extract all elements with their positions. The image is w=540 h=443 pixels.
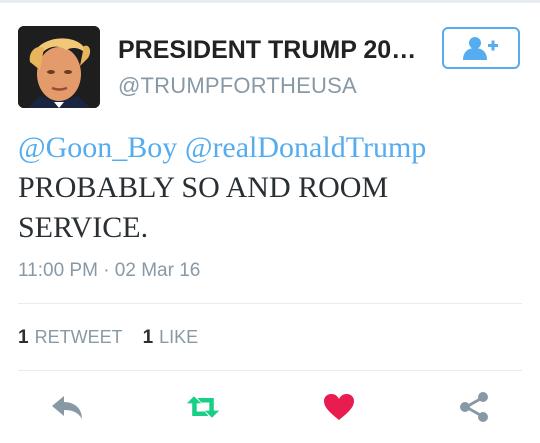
tweet-stats: 1 RETWEET 1 LIKE [18, 327, 218, 349]
retweet-button[interactable] [185, 390, 221, 424]
follow-button[interactable] [442, 27, 520, 69]
reply-button[interactable] [49, 390, 85, 424]
user-handle[interactable]: @TRUMPFORTHEUSA [118, 73, 357, 99]
like-count[interactable]: 1 [143, 327, 154, 349]
share-button[interactable] [456, 390, 492, 424]
like-button[interactable] [321, 390, 357, 424]
retweet-icon [186, 396, 220, 418]
avatar[interactable] [18, 26, 100, 108]
divider [18, 303, 522, 304]
like-label[interactable]: LIKE [159, 327, 198, 348]
mention-link[interactable]: @Goon_Boy [18, 131, 177, 164]
mention-link[interactable]: @realDonaldTrump [185, 131, 427, 164]
tweet-text: @Goon_Boy @realDonaldTrump PROBABLY SO A… [18, 128, 523, 248]
retweet-count[interactable]: 1 [18, 327, 29, 349]
heart-icon [324, 394, 354, 420]
retweet-label[interactable]: RETWEET [35, 327, 123, 348]
divider [18, 370, 522, 371]
avatar-image [18, 26, 100, 108]
add-user-icon [463, 37, 498, 60]
tweet-timestamp[interactable]: 11:00 PM · 02 Mar 16 [18, 260, 200, 282]
top-border [0, 0, 540, 3]
reply-icon [52, 396, 82, 419]
share-icon [460, 392, 488, 422]
tweet-body: PROBABLY SO AND ROOM SERVICE. [18, 171, 389, 244]
display-name[interactable]: PRESIDENT TRUMP 20… [118, 36, 418, 65]
